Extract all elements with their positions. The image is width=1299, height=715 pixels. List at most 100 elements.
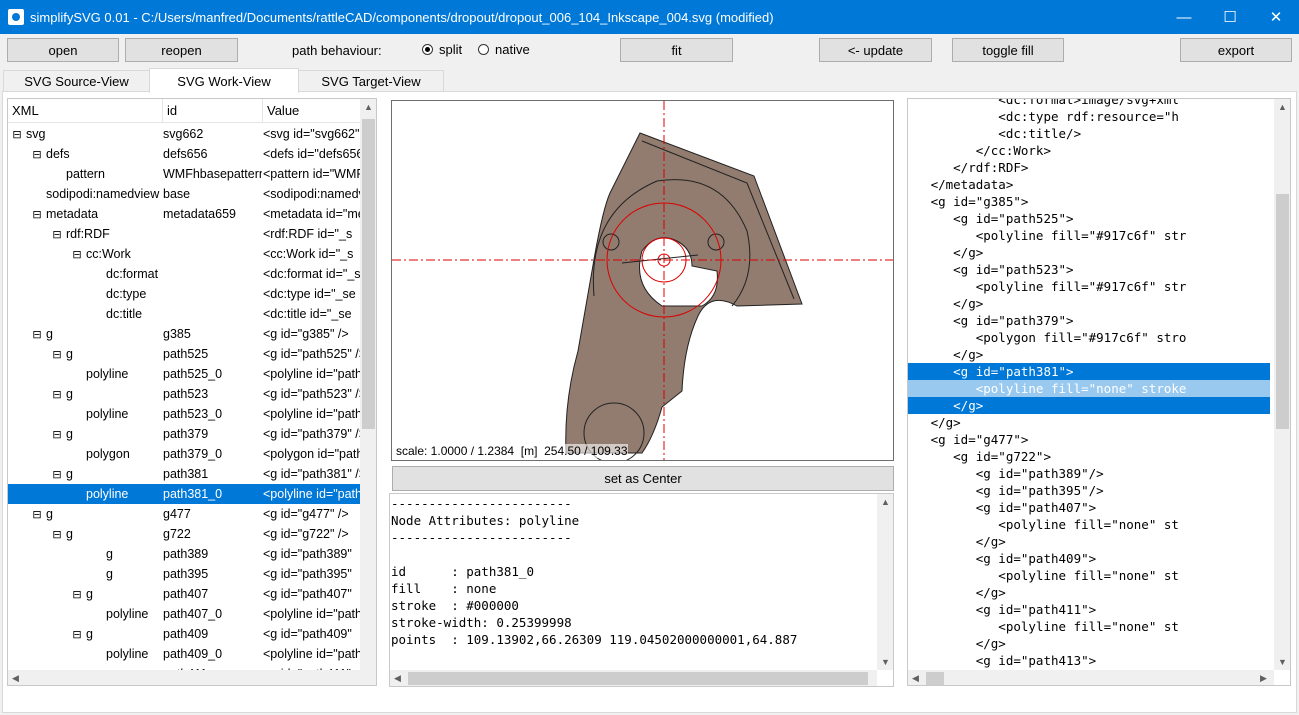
tree-row[interactable]: ⊟ g path407 <g id="path407" <box>8 584 360 604</box>
tree-cell-xml: ⊟g <box>8 524 163 544</box>
tree-row[interactable]: ⊟ g g722 <g id="g722" /> <box>8 524 360 544</box>
collapse-icon[interactable]: ⊟ <box>32 145 42 164</box>
tree-row[interactable]: ⊟ g path523 <g id="path523" /> <box>8 384 360 404</box>
collapse-icon[interactable]: ⊟ <box>32 505 42 524</box>
collapse-icon[interactable]: ⊟ <box>52 465 62 484</box>
scroll-left-icon[interactable]: ◀ <box>12 673 19 684</box>
tree-row[interactable]: ⊟ rdf:RDF <rdf:RDF id="_s <box>8 224 360 244</box>
set-as-center-button[interactable]: set as Center <box>392 466 894 491</box>
tab-svg-target-view[interactable]: SVG Target-View <box>298 70 444 92</box>
tree-vertical-scrollbar[interactable]: ▲ <box>360 99 376 670</box>
tree-row[interactable]: g path389 <g id="path389" <box>8 544 360 564</box>
collapse-icon[interactable]: ⊟ <box>72 245 82 264</box>
tree-cell-id: path407_0 <box>163 607 223 621</box>
tree-cell-value: <g id="path525" /> <box>263 347 360 361</box>
tree-row[interactable]: ⊟ g path381 <g id="path381" /> <box>8 464 360 484</box>
tree-row[interactable]: dc:title <dc:title id="_se <box>8 304 360 324</box>
tree-row[interactable]: g path395 <g id="path395" <box>8 564 360 584</box>
source-line: </rdf:RDF> <box>908 160 1029 175</box>
tree-row[interactable]: pattern WMFhbasepattern<pattern id="WMFhb… <box>8 164 360 184</box>
close-icon[interactable]: ✕ <box>1253 0 1299 34</box>
tab-svg-source-view[interactable]: SVG Source-View <box>3 70 150 92</box>
tree-cell-id: path379_0 <box>163 447 223 461</box>
collapse-icon[interactable]: ⊟ <box>52 345 62 364</box>
source-vertical-scrollbar[interactable]: ▲ ▼ <box>1274 99 1290 670</box>
tree-cell-id: path525 <box>163 347 209 361</box>
column-header-xml[interactable]: XML <box>8 99 163 123</box>
tree-row[interactable]: dc:format <dc:format id="_s <box>8 264 360 284</box>
scroll-thumb[interactable] <box>1276 194 1289 429</box>
tree-row[interactable]: ⊟ g path379 <g id="path379" /> <box>8 424 360 444</box>
scroll-up-icon[interactable]: ▲ <box>881 497 890 507</box>
reopen-button[interactable]: reopen <box>125 38 238 62</box>
tree-cell-xml-text: g <box>86 587 93 601</box>
scroll-left-icon[interactable]: ◀ <box>912 673 919 684</box>
native-radio[interactable]: native <box>478 42 530 57</box>
collapse-icon[interactable]: ⊟ <box>32 205 42 224</box>
column-header-id[interactable]: id <box>163 99 263 123</box>
scroll-up-icon[interactable]: ▲ <box>364 102 373 112</box>
tree-cell-xml: ⊟ rdf:RDF <box>8 224 163 244</box>
collapse-icon[interactable]: ⊟ <box>72 585 82 604</box>
scroll-down-icon[interactable]: ▼ <box>881 657 890 667</box>
minimize-icon[interactable]: — <box>1161 0 1207 34</box>
tree-row[interactable]: sodipodi:namedviewbase <sodipodi:namedvie… <box>8 184 360 204</box>
collapse-icon[interactable]: ⊟ <box>32 325 42 344</box>
open-button[interactable]: open <box>7 38 119 62</box>
info-vertical-scrollbar[interactable]: ▲ ▼ <box>877 494 893 670</box>
tree-row[interactable]: ⊟ g g477 <g id="g477" /> <box>8 504 360 524</box>
tree-row[interactable]: ⊟ metadata metadata659 <metadata id="meta <box>8 204 360 224</box>
scroll-up-icon[interactable]: ▲ <box>1278 102 1287 112</box>
tree-row[interactable]: ⊟ g path409 <g id="path409" <box>8 624 360 644</box>
collapse-icon[interactable]: ⊟ <box>12 125 22 144</box>
tree-row[interactable]: polyline path523_0 <polyline id="path <box>8 404 360 424</box>
collapse-icon[interactable]: ⊟ <box>52 385 62 404</box>
collapse-icon[interactable]: ⊟ <box>52 425 62 444</box>
scroll-down-icon[interactable]: ▼ <box>1278 657 1287 667</box>
fit-button[interactable]: fit <box>620 38 733 62</box>
tree-row[interactable]: ⊟ svg svg662 <svg id="svg662" <box>8 124 360 144</box>
tree-cell-value: <g id="path409" <box>263 627 352 641</box>
tree-row[interactable]: polygon path379_0 <polygon id="path <box>8 444 360 464</box>
xml-tree-view[interactable]: XML id Value ⊟ svg svg662 <svg id="svg662" … <box>7 98 377 686</box>
tree-cell-id: svg662 <box>163 127 204 141</box>
toggle-fill-button[interactable]: toggle fill <box>952 38 1064 62</box>
tree-horizontal-scrollbar[interactable]: ◀ <box>8 670 376 685</box>
tree-row[interactable]: polyline path525_0 <polyline id="path <box>8 364 360 384</box>
tree-row[interactable]: polyline path409_0 <polyline id="path <box>8 644 360 664</box>
tree-cell-value: <g id="g385" /> <box>263 327 349 341</box>
tree-cell-id: metadata659 <box>163 207 236 221</box>
scroll-thumb[interactable] <box>408 672 868 685</box>
node-attributes-pane[interactable]: ------------------------ Node Attributes:… <box>389 493 894 687</box>
column-header-value[interactable]: Value <box>263 99 360 123</box>
tree-cell-xml-text: rdf:RDF <box>66 227 110 241</box>
tree-row[interactable]: ⊟ g path525 <g id="path525" /> <box>8 344 360 364</box>
collapse-icon[interactable]: ⊟ <box>72 625 82 644</box>
collapse-icon[interactable]: ⊟ <box>52 225 62 244</box>
tree-cell-xml: g <box>8 564 163 584</box>
collapse-icon[interactable]: ⊟ <box>52 525 62 544</box>
tree-cell-xml: sodipodi:namedview <box>8 184 163 204</box>
split-radio[interactable]: split <box>422 42 462 57</box>
info-horizontal-scrollbar[interactable]: ◀ <box>390 670 877 686</box>
svg-source-pane[interactable]: <dc:format>image/svg+xml <dc:type rdf:re… <box>907 98 1291 686</box>
tree-row[interactable]: ⊟ cc:Work <cc:Work id="_s <box>8 244 360 264</box>
tab-svg-work-view[interactable]: SVG Work-View <box>149 68 299 93</box>
tree-row[interactable]: polyline path381_0 <polyline id="path <box>8 484 360 504</box>
tree-row[interactable]: dc:type <dc:type id="_se <box>8 284 360 304</box>
svg-canvas[interactable]: scale: 1.0000 / 1.2384 [m] 254.50 / 109.… <box>391 100 894 461</box>
tree-row[interactable]: ⊟ defs defs656 <defs id="defs656" <box>8 144 360 164</box>
scroll-thumb[interactable] <box>926 672 944 685</box>
source-horizontal-scrollbar[interactable]: ◀ ▶ <box>908 670 1274 685</box>
update-button[interactable]: <- update <box>819 38 932 62</box>
maximize-icon[interactable]: ☐ <box>1207 0 1253 34</box>
tree-row[interactable]: ⊟ g g385 <g id="g385" /> <box>8 324 360 344</box>
source-line: <g id="path525"> <box>908 211 1074 226</box>
scroll-left-icon[interactable]: ◀ <box>394 673 401 684</box>
scroll-thumb[interactable] <box>362 119 375 429</box>
tree-row[interactable]: polyline path407_0 <polyline id="path <box>8 604 360 624</box>
tree-cell-id <box>163 224 262 244</box>
source-line: </g> <box>908 534 1006 549</box>
export-button[interactable]: export <box>1180 38 1292 62</box>
scroll-right-icon[interactable]: ▶ <box>1260 673 1267 684</box>
